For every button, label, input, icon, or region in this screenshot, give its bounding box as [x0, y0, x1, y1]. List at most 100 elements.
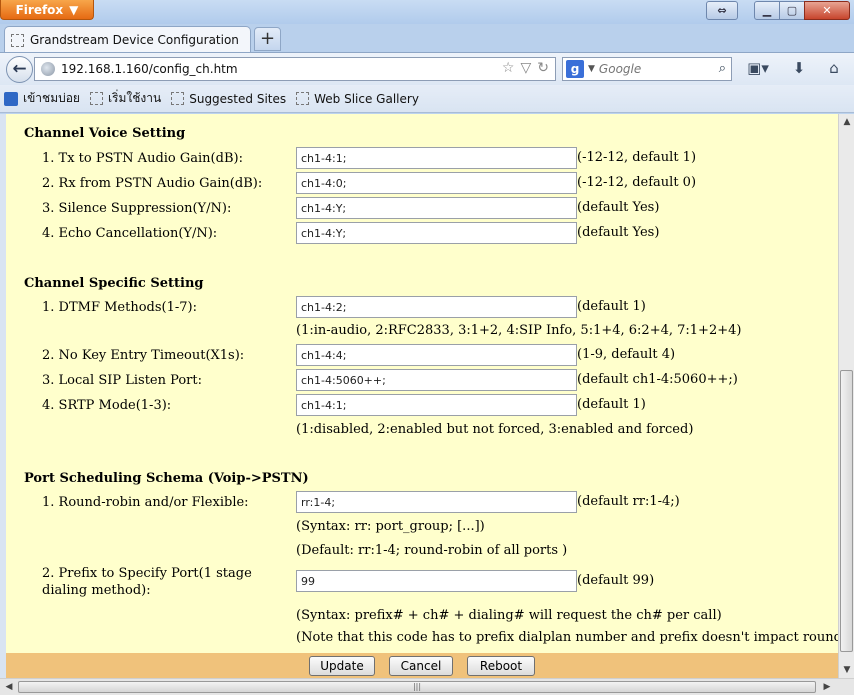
home-button[interactable]: ⌂ [822, 59, 846, 79]
chevron-down-icon[interactable]: ▼ [588, 64, 595, 74]
firefox-menu-label: Firefox [15, 2, 64, 17]
chevron-down-icon[interactable]: ▽ [520, 60, 531, 76]
bookmark-folder-icon [4, 91, 18, 106]
downloads-button[interactable]: ⬇ [787, 59, 811, 79]
reload-icon[interactable]: ↻ [537, 60, 549, 76]
section-title-voice: Channel Voice Setting [24, 126, 186, 141]
reboot-button[interactable]: Reboot [467, 655, 535, 676]
round-robin-input[interactable] [296, 491, 577, 513]
bookmark-web-slice-gallery[interactable]: Web Slice Gallery [296, 92, 419, 106]
label-local-sip-port: 3. Local SIP Listen Port: [42, 373, 202, 388]
hint-srtp-mode: (default 1) [577, 397, 646, 412]
scroll-down-arrow-icon[interactable]: ▼ [839, 662, 854, 678]
hint-dtmf-methods: (default 1) [577, 299, 646, 314]
navigation-toolbar: ← 192.168.1.160/config_ch.htm ☆ ▽ ↻ g ▼ … [0, 52, 854, 85]
action-bar: Update Cancel Reboot [6, 653, 838, 678]
cancel-button[interactable]: Cancel [389, 655, 453, 676]
hint-prefix-port: (default 99) [577, 573, 655, 588]
google-icon[interactable]: g [566, 60, 584, 78]
horizontal-scrollbar[interactable]: ◀ ||| ▶ [0, 678, 854, 695]
minimize-icon: ▁ [762, 4, 772, 17]
dtmf-methods-input[interactable] [296, 296, 577, 318]
bookmarks-toolbar: เข้าชมบ่อย เริ่มใช้งาน Suggested Sites W… [0, 85, 854, 113]
label-round-robin: 1. Round-robin and/or Flexible: [42, 495, 249, 510]
magnifier-icon[interactable]: ⌕ [719, 61, 726, 76]
page-icon [11, 33, 24, 47]
tab-groups-button[interactable]: ⇔ [706, 1, 738, 20]
note-srtp-mode: (1:disabled, 2:enabled but not forced, 3… [296, 422, 694, 437]
local-sip-port-input[interactable] [296, 369, 577, 391]
label-rx-gain: 2. Rx from PSTN Audio Gain(dB): [42, 176, 263, 191]
tab-strip: Grandstream Device Configuration + [0, 24, 854, 53]
url-bar[interactable]: 192.168.1.160/config_ch.htm ☆ ▽ ↻ [34, 57, 556, 81]
back-button[interactable]: ← [6, 56, 33, 83]
label-srtp-mode: 4. SRTP Mode(1-3): [42, 398, 172, 413]
new-tab-button[interactable]: + [254, 27, 281, 51]
note-prefix-syntax: (Syntax: prefix# + ch# + dialing# will r… [296, 608, 722, 623]
section-title-specific: Channel Specific Setting [24, 276, 204, 291]
window-titlebar: Firefox ▼ ⇔ ▁ ▢ ✕ [0, 0, 854, 24]
bookmark-most-visited[interactable]: เข้าชมบ่อย [4, 89, 80, 108]
hint-local-sip-port: (default ch1-4:5060++;) [577, 372, 738, 387]
chevron-down-icon: ▼ [69, 2, 79, 17]
star-icon[interactable]: ☆ [502, 60, 515, 76]
label-tx-gain: 1. Tx to PSTN Audio Gain(dB): [42, 151, 243, 166]
prefix-port-input[interactable] [296, 570, 577, 592]
bookmark-label: Suggested Sites [189, 91, 287, 106]
page-content: Channel Voice Setting 1. Tx to PSTN Audi… [6, 114, 838, 653]
scroll-up-arrow-icon[interactable]: ▲ [839, 114, 854, 130]
vertical-scrollbar[interactable]: ▲ ▼ [838, 114, 854, 678]
bookmark-label: Web Slice Gallery [314, 91, 419, 106]
label-silence-suppression: 3. Silence Suppression(Y/N): [42, 201, 232, 216]
srtp-mode-input[interactable] [296, 394, 577, 416]
home-icon: ⌂ [829, 59, 839, 77]
maximize-button[interactable]: ▢ [779, 1, 805, 20]
echo-cancellation-input[interactable] [296, 222, 577, 244]
label-dtmf-methods: 1. DTMF Methods(1-7): [42, 300, 197, 315]
silence-suppression-input[interactable] [296, 197, 577, 219]
horizontal-scroll-thumb[interactable]: ||| [18, 681, 816, 693]
page-icon [296, 92, 310, 105]
bookmarks-menu-button[interactable]: ▣▾ [742, 59, 774, 79]
scroll-right-arrow-icon[interactable]: ▶ [820, 679, 834, 695]
search-input[interactable] [598, 62, 709, 76]
hint-echo-cancellation: (default Yes) [577, 225, 660, 240]
rx-gain-input[interactable] [296, 172, 577, 194]
page-icon [171, 92, 185, 105]
hint-tx-gain: (-12-12, default 1) [577, 150, 697, 165]
tx-gain-input[interactable] [296, 147, 577, 169]
update-button[interactable]: Update [309, 655, 375, 676]
note-round-robin-syntax: (Syntax: rr: port_group; [...]) [296, 519, 485, 534]
bookmark-suggested-sites[interactable]: Suggested Sites [171, 92, 286, 106]
vertical-scroll-thumb[interactable] [840, 370, 853, 652]
page-icon [89, 92, 103, 105]
tab-active[interactable]: Grandstream Device Configuration [4, 26, 251, 53]
no-key-timeout-input[interactable] [296, 344, 577, 366]
close-icon: ✕ [822, 4, 832, 17]
note-round-robin-default: (Default: rr:1-4; round-robin of all por… [296, 543, 568, 558]
search-bar[interactable]: g ▼ ⌕ [562, 57, 732, 81]
note-dtmf-methods: (1:in-audio, 2:RFC2833, 3:1+2, 4:SIP Inf… [296, 323, 742, 338]
globe-icon [41, 62, 55, 76]
bookmark-getting-started[interactable]: เริ่มใช้งาน [89, 89, 162, 108]
label-echo-cancellation: 4. Echo Cancellation(Y/N): [42, 226, 218, 241]
section-title-port-scheduling: Port Scheduling Schema (Voip->PSTN) [24, 471, 309, 486]
hint-silence-suppression: (default Yes) [577, 200, 660, 215]
url-bar-icons: ☆ ▽ ↻ [502, 60, 549, 76]
hint-round-robin: (default rr:1-4;) [577, 494, 680, 509]
url-text[interactable]: 192.168.1.160/config_ch.htm [61, 62, 238, 76]
minimize-button[interactable]: ▁ [754, 1, 780, 20]
label-no-key-timeout: 2. No Key Entry Timeout(X1s): [42, 348, 245, 363]
bookmarks-icon: ▣▾ [747, 59, 769, 77]
firefox-menu-button[interactable]: Firefox ▼ [0, 0, 94, 20]
hint-rx-gain: (-12-12, default 0) [577, 175, 697, 190]
scroll-left-arrow-icon[interactable]: ◀ [2, 679, 16, 695]
hint-no-key-timeout: (1-9, default 4) [577, 347, 676, 362]
note-prefix-dialplan: (Note that this code has to prefix dialp… [296, 630, 838, 645]
double-arrow-icon: ⇔ [717, 4, 727, 17]
download-arrow-icon: ⬇ [792, 59, 806, 77]
bookmark-label: เริ่มใช้งาน [107, 91, 162, 105]
bookmark-label: เข้าชมบ่อย [23, 91, 80, 105]
close-window-button[interactable]: ✕ [804, 1, 850, 20]
label-prefix-port: 2. Prefix to Specify Port(1 stage dialin… [42, 566, 252, 598]
